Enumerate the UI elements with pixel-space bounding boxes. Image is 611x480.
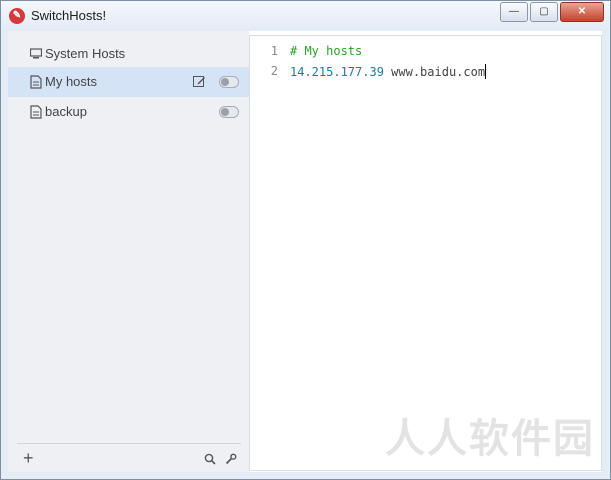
sidebar-item-label: System Hosts [45,46,126,61]
hosts-editor[interactable]: 1 # My hosts 2 14.215.177.39 www.baidu.c… [249,35,602,471]
line-number: 2 [270,64,278,78]
app-window: ✎ SwitchHosts! — ▢ ✕ System Hosts My hos… [0,0,611,480]
close-button[interactable]: ✕ [560,2,604,22]
code-text: 14.215.177.39 www.baidu.com [290,64,487,79]
wrench-icon[interactable] [225,453,237,465]
sidebar-item-backup[interactable]: backup [8,97,249,127]
editor-line: 1 # My hosts [250,44,601,64]
ip-address: 14.215.177.39 [290,65,384,79]
sidebar-divider [17,443,241,444]
maximize-button[interactable]: ▢ [530,2,558,22]
sidebar-item-system-hosts[interactable]: System Hosts [8,39,249,69]
file-icon [30,75,42,89]
minimize-button[interactable]: — [500,2,528,22]
sidebar-item-label: backup [45,104,87,119]
line-number: 1 [270,44,278,58]
toggle-switch[interactable] [219,106,239,118]
editor-line: 2 14.215.177.39 www.baidu.com [250,64,601,84]
code-comment: # My hosts [290,44,363,58]
window-title: SwitchHosts! [31,8,107,23]
window-controls: — ▢ ✕ [498,2,604,22]
edit-icon[interactable] [193,75,206,88]
sidebar-item-label: My hosts [45,74,98,89]
sidebar: System Hosts My hosts backup + [8,31,249,472]
search-icon[interactable] [204,453,216,465]
switchhosts-logo-icon: ✎ [9,8,25,24]
text-cursor [485,64,487,79]
title-bar[interactable]: ✎ SwitchHosts! — ▢ ✕ [1,1,610,30]
add-button[interactable]: + [23,449,34,467]
sidebar-item-my-hosts[interactable]: My hosts [8,67,249,97]
monitor-icon [30,48,42,59]
file-icon [30,105,42,119]
hostname: www.baidu.com [383,65,486,79]
main-content: System Hosts My hosts backup + 1 # My ho… [8,31,602,472]
watermark: 人人软件园 [385,416,595,462]
toggle-switch[interactable] [219,76,239,88]
